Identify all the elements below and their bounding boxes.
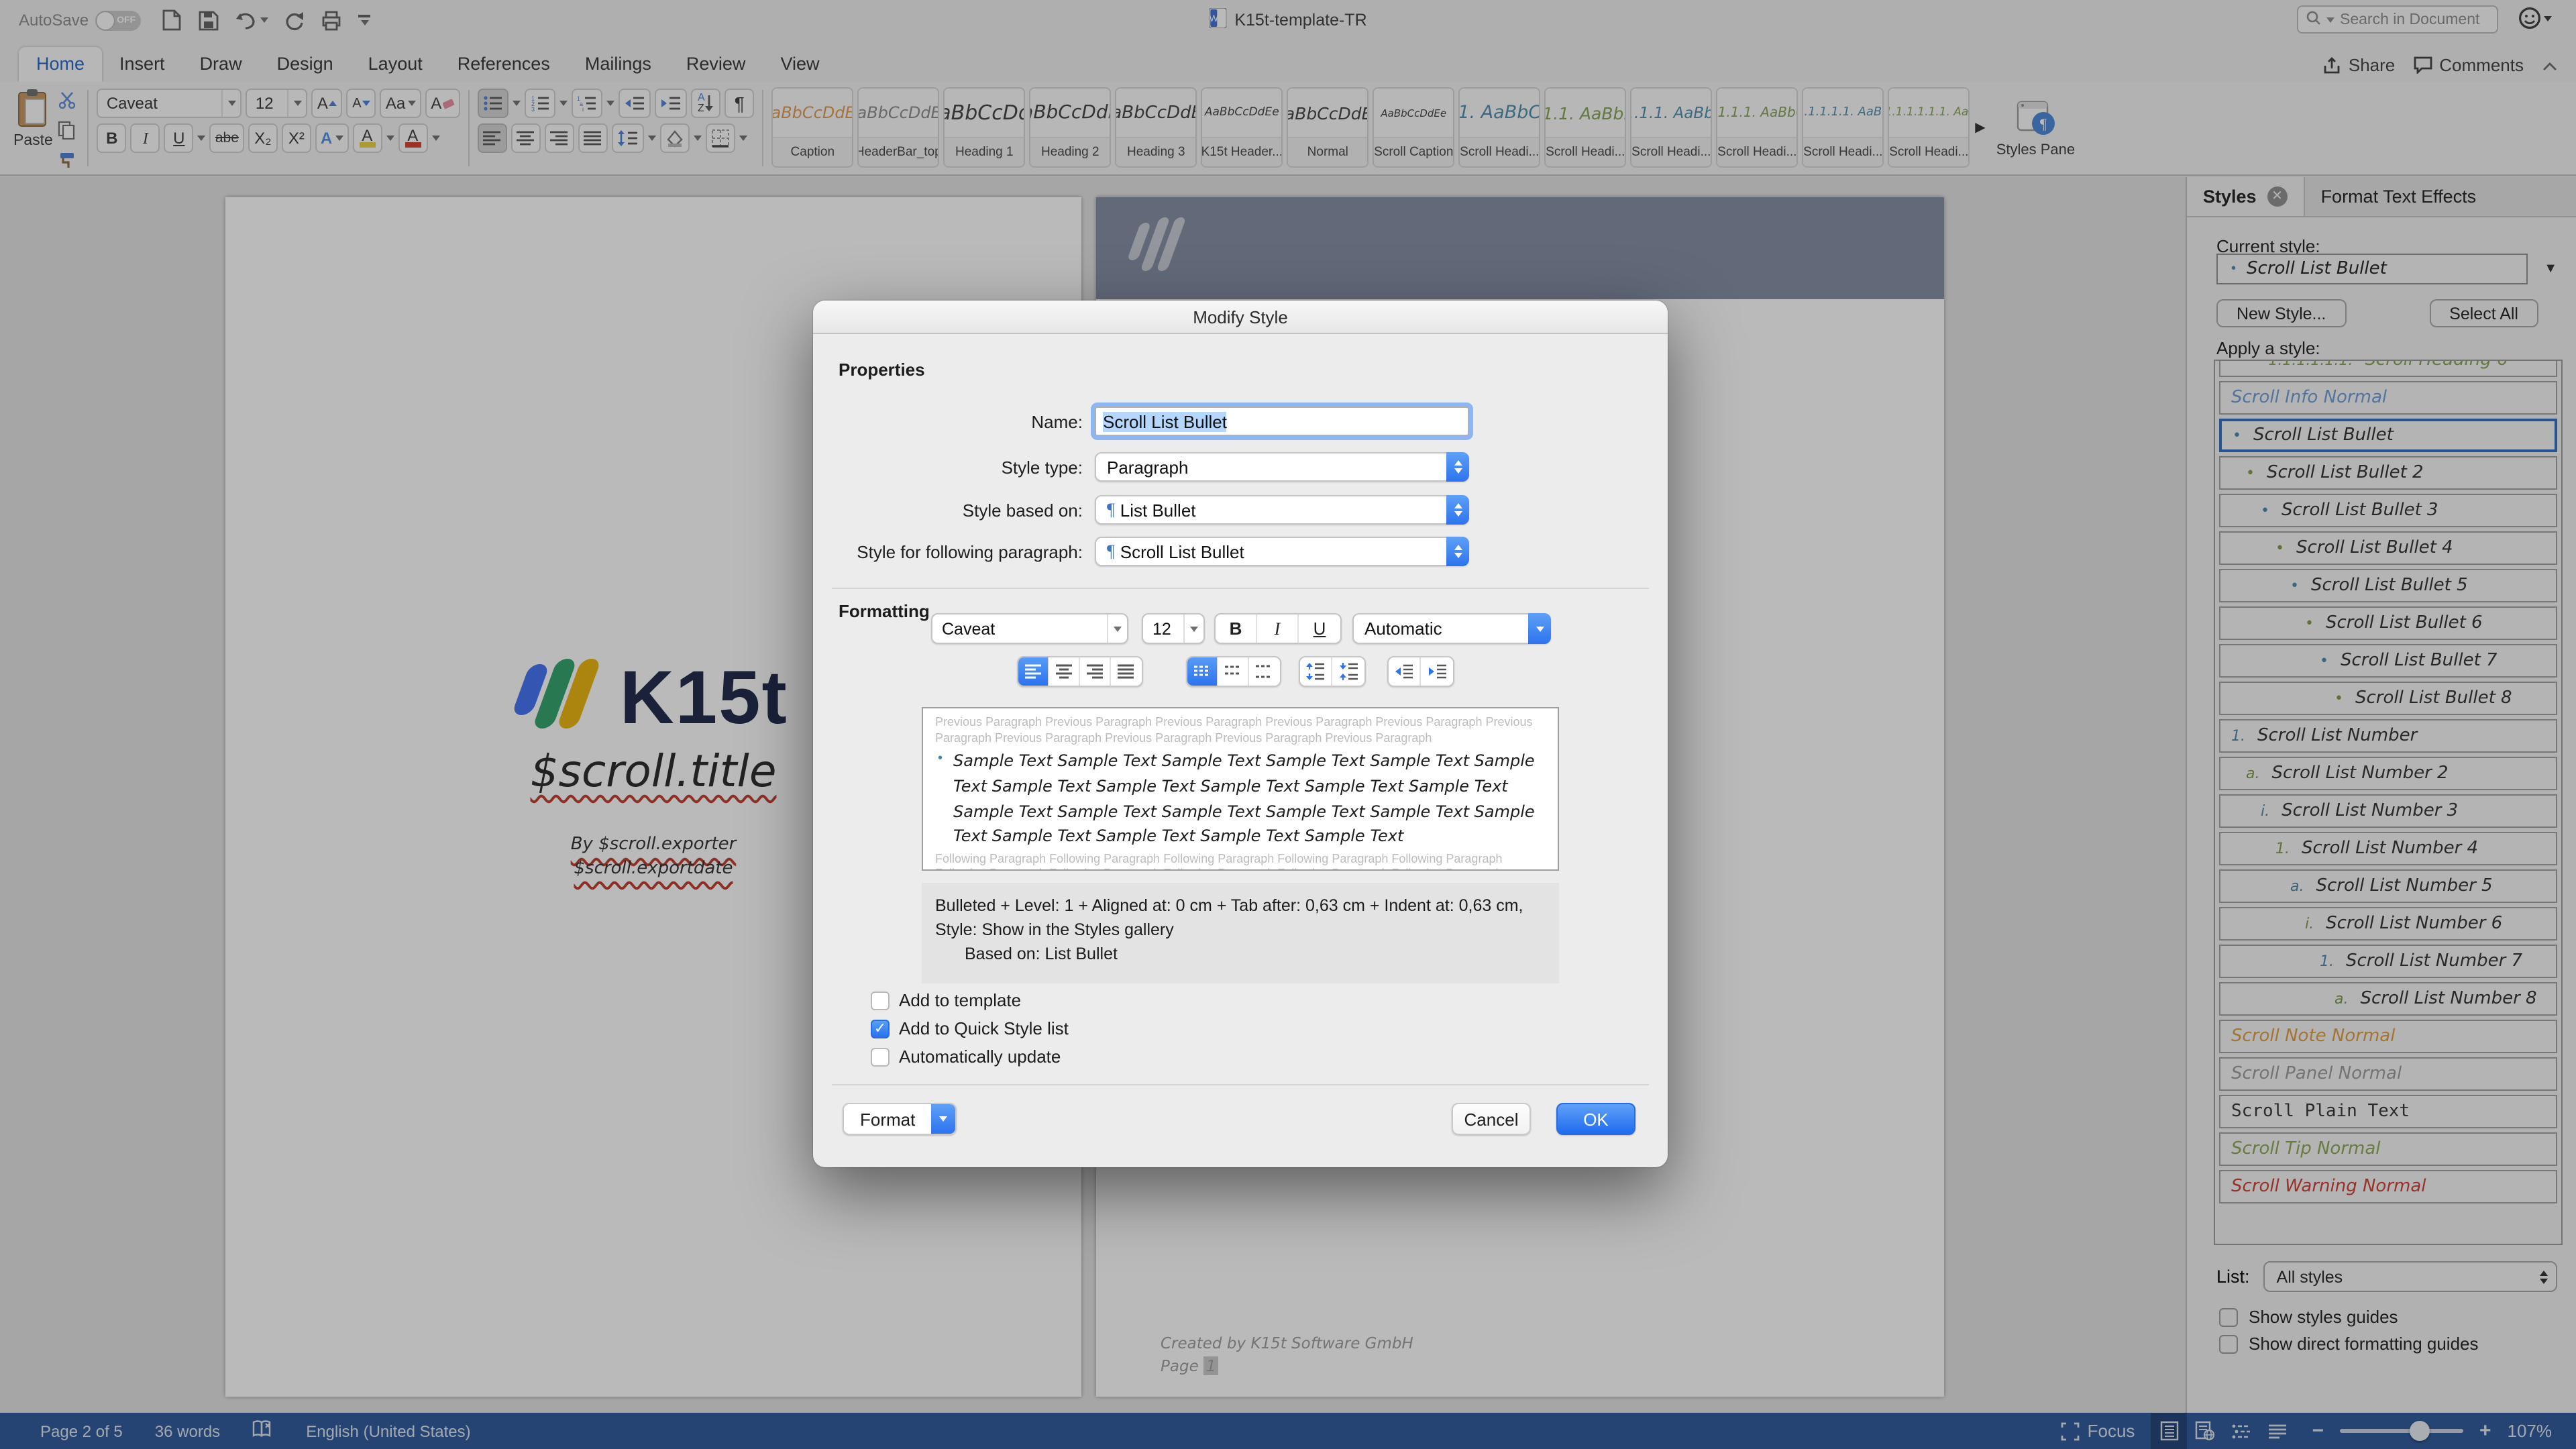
style-based-on-label: Style based on: (820, 500, 1095, 520)
dialog-color-value: Automatic (1354, 619, 1528, 639)
dialog-justify-button[interactable] (1111, 657, 1142, 686)
modify-style-dialog: Modify Style Properties Name: Scroll Lis… (813, 301, 1668, 1167)
one-half-spacing-button[interactable] (1218, 657, 1249, 686)
following-paragraph-text: Following Paragraph Following Paragraph … (935, 852, 1546, 871)
stepper-icon (1446, 495, 1469, 525)
dialog-size-combo[interactable]: 12 (1142, 613, 1205, 644)
style-based-on-text: Based on: List Bullet (935, 943, 1546, 967)
chevron-down-icon (931, 1104, 955, 1134)
style-description-text: Bulleted + Level: 1 + Aligned at: 0 cm +… (935, 894, 1546, 943)
style-description: Bulleted + Level: 1 + Aligned at: 0 cm +… (922, 883, 1559, 983)
dialog-decrease-indent-button[interactable] (1389, 657, 1421, 686)
add-to-template-label: Add to template (899, 990, 1021, 1010)
decrease-paragraph-spacing-button[interactable] (1332, 657, 1364, 686)
cancel-button[interactable]: Cancel (1452, 1103, 1531, 1135)
dialog-color-select[interactable]: Automatic (1352, 613, 1551, 644)
style-type-select[interactable]: Paragraph (1095, 452, 1469, 482)
style-type-value: Paragraph (1096, 457, 1446, 477)
dialog-align-left-button[interactable] (1018, 657, 1049, 686)
name-label: Name: (820, 411, 1095, 431)
formatting-heading: Formatting (839, 601, 930, 621)
following-paragraph-value: Scroll List Bullet (1120, 541, 1244, 561)
dialog-bold-button[interactable]: B (1216, 614, 1257, 643)
ok-button[interactable]: OK (1556, 1103, 1635, 1135)
style-type-label: Style type: (820, 457, 1095, 477)
properties-heading: Properties (839, 360, 925, 380)
add-to-quick-style-label: Add to Quick Style list (899, 1018, 1069, 1038)
dialog-title: Modify Style (813, 301, 1668, 334)
format-button-label: Format (844, 1104, 931, 1134)
dialog-increase-indent-button[interactable] (1421, 657, 1453, 686)
stepper-icon (1446, 537, 1469, 566)
dialog-font-combo[interactable]: Caveat (931, 613, 1128, 644)
automatically-update-checkbox[interactable]: Automatically update (871, 1046, 1061, 1067)
pilcrow-icon: ¶ (1107, 499, 1115, 521)
sample-text: Sample Text Sample Text Sample Text Samp… (953, 749, 1546, 849)
style-name-value: Scroll List Bullet (1103, 411, 1227, 431)
format-menu-button[interactable]: Format (843, 1103, 957, 1135)
double-spacing-button[interactable] (1249, 657, 1280, 686)
style-based-on-value: List Bullet (1120, 500, 1196, 520)
following-paragraph-label: Style for following paragraph: (820, 541, 1095, 561)
style-preview-box: Previous Paragraph Previous Paragraph Pr… (922, 707, 1559, 871)
dialog-size-value: 12 (1143, 619, 1183, 638)
stepper-icon (1446, 452, 1469, 482)
checked-checkbox-icon: ✓ (871, 1019, 890, 1038)
dialog-align-right-button[interactable] (1080, 657, 1111, 686)
preview-bullet: • (938, 749, 943, 849)
word-window: AutoSave OFF W K15t-template-TR Search i… (0, 0, 2576, 1449)
add-to-template-checkbox[interactable]: Add to template (871, 990, 1021, 1010)
dialog-underline-button[interactable]: U (1299, 614, 1340, 643)
increase-paragraph-spacing-button[interactable] (1300, 657, 1332, 686)
dialog-italic-button[interactable]: I (1257, 614, 1299, 643)
dialog-align-center-button[interactable] (1049, 657, 1080, 686)
chevron-down-icon (1528, 613, 1551, 644)
previous-paragraph-text: Previous Paragraph Previous Paragraph Pr… (935, 715, 1546, 747)
automatically-update-label: Automatically update (899, 1046, 1061, 1067)
single-spacing-button[interactable] (1187, 657, 1218, 686)
style-name-input[interactable]: Scroll List Bullet (1095, 407, 1469, 436)
style-based-on-select[interactable]: ¶List Bullet (1095, 495, 1469, 525)
pilcrow-icon: ¶ (1107, 541, 1115, 562)
following-paragraph-select[interactable]: ¶Scroll List Bullet (1095, 537, 1469, 566)
dialog-font-value: Caveat (932, 619, 1107, 638)
add-to-quick-style-checkbox[interactable]: ✓ Add to Quick Style list (871, 1018, 1069, 1038)
